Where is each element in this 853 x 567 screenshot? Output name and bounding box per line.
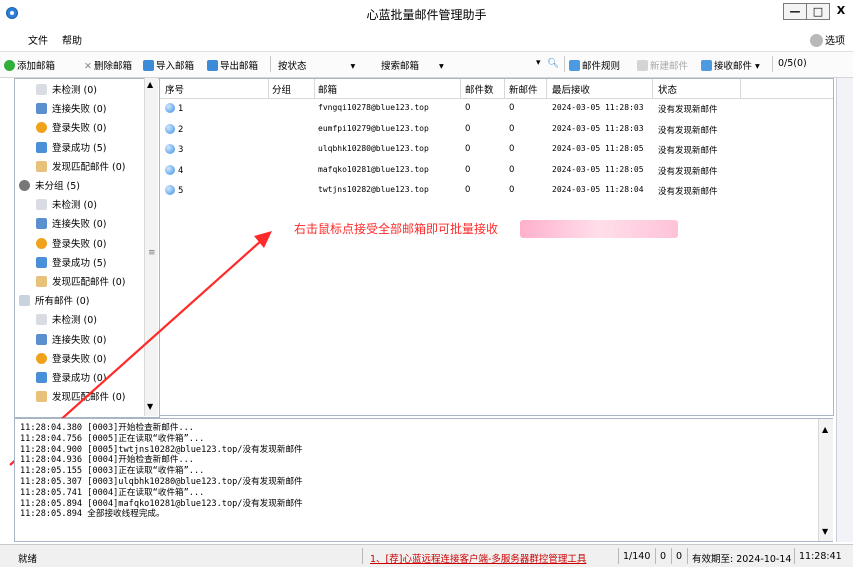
log-line: 11:28:04.756 [0005]正在读取“收件箱”... (20, 433, 205, 444)
status-bar: 就绪 1、[荐]心蓝远程连接客户端-多服务器群控管理工具 1/140 0 0 有… (0, 544, 853, 567)
log-line: 11:28:05.741 [0004]正在读取“收件箱”... (20, 487, 205, 498)
status-divider (362, 548, 363, 564)
log-line: 11:28:05.307 [0003]ulqbhk10280@blue123.t… (20, 477, 303, 487)
status-count-2: 0 (676, 551, 683, 562)
log-line: 11:28:04.936 [0004]开始检查新邮件... (20, 455, 194, 466)
redacted-region (520, 220, 678, 238)
log-scroll-down-icon[interactable]: ▼ (822, 527, 828, 536)
annotation-text: 右击鼠标点接受全部邮箱即可批量接收 (294, 222, 499, 236)
status-divider (794, 548, 795, 564)
status-time: 11:28:41 (799, 551, 842, 562)
status-ready: 就绪 (18, 554, 38, 565)
log-line: 11:28:04.900 [0005]twtjns10282@blue123.t… (20, 444, 303, 455)
status-divider (671, 548, 672, 564)
log-line: 11:28:04.380 [0003]开始检查新邮件... (20, 423, 194, 433)
side-panel-edge (836, 78, 853, 542)
status-divider (687, 548, 688, 564)
status-divider (618, 548, 619, 564)
status-divider (655, 548, 656, 564)
log-scrollbar[interactable]: ▲ ▼ (818, 419, 833, 541)
promo-link[interactable]: 1、[荐]心蓝远程连接客户端-多服务器群控管理工具 (370, 551, 586, 565)
log-line: 11:28:05.894 [0004]mafqko10281@blue123.t… (20, 498, 303, 509)
status-expiry: 有效期至: 2024-10-14 (692, 554, 792, 565)
log-line: 11:28:05.894 全部接收线程完成。 (20, 509, 165, 520)
log-scroll-up-icon[interactable]: ▲ (822, 425, 828, 434)
status-page: 1/140 (623, 551, 651, 562)
status-count-1: 0 (660, 551, 667, 562)
log-line: 11:28:05.155 [0003]正在读取“收件箱”... (20, 466, 205, 477)
log-panel[interactable]: 11:28:04.380 [0003]开始检查新邮件... 11:28:04.75… (14, 418, 833, 542)
